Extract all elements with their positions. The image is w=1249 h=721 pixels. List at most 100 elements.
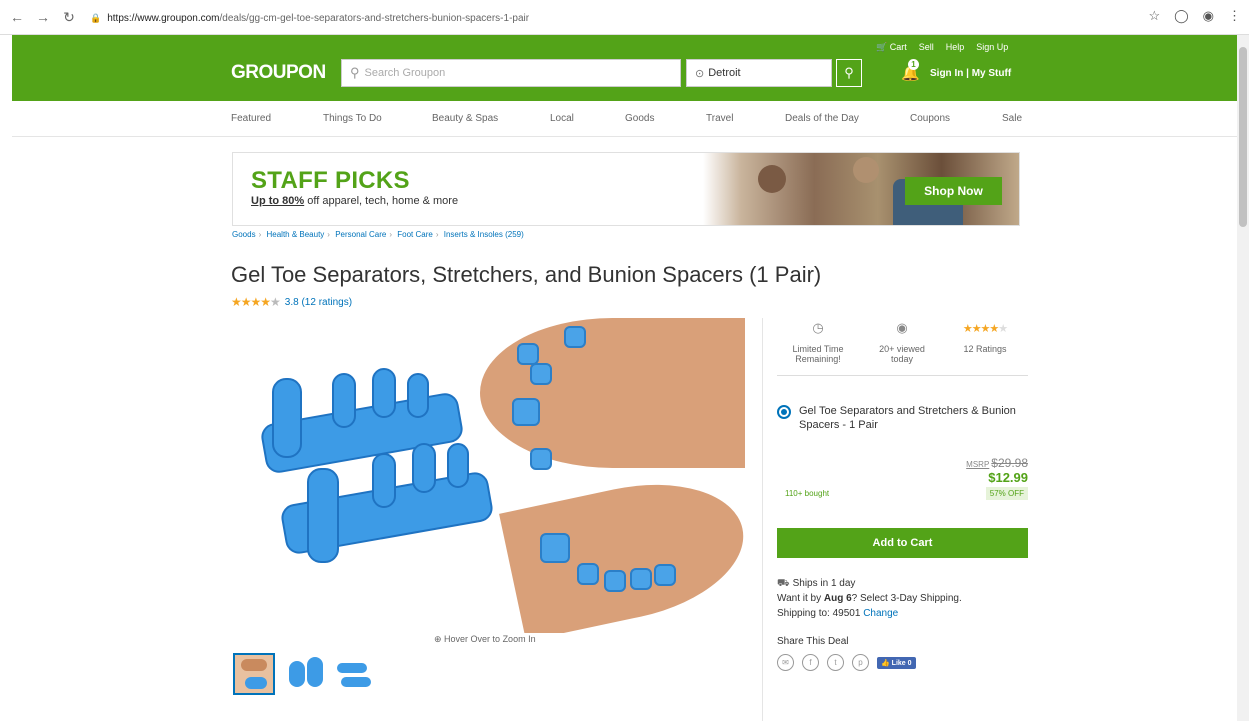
back-icon[interactable]: ← [8, 8, 26, 26]
location-value: Detroit [708, 67, 741, 79]
bookmark-star-icon[interactable]: ☆ [1148, 8, 1160, 24]
breadcrumb-goods[interactable]: Goods [232, 230, 256, 239]
want-suffix: ? Select 3-Day Shipping. [851, 593, 962, 604]
rating-summary[interactable]: ★★★★★ 3.8 (12 ratings) [231, 295, 352, 309]
add-to-cart-button[interactable]: Add to Cart [777, 528, 1028, 558]
menu-dots-icon[interactable]: ⋮ [1228, 8, 1241, 24]
msrp: MSRP $29.98 [966, 456, 1028, 470]
category-nav: Featured Things To Do Beauty & Spas Loca… [12, 101, 1237, 137]
help-link[interactable]: Help [946, 42, 965, 53]
zoom-hint-text: Hover Over to Zoom In [444, 634, 536, 644]
nav-deals-of-the-day[interactable]: Deals of the Day [785, 113, 859, 124]
staff-picks-banner[interactable]: STAFF PICKS Up to 80% off apparel, tech,… [232, 152, 1020, 226]
stat-ratings[interactable]: ★★★★ ★ 12 Ratings [945, 318, 1025, 355]
banner-discount: Up to 80% [251, 195, 305, 207]
cart-link[interactable]: 🛒 Cart [876, 42, 907, 53]
reload-icon[interactable]: ↻ [60, 8, 78, 26]
foot-bottom-illustration [499, 464, 745, 633]
want-date: Aug 6 [823, 593, 852, 604]
purchase-panel: ◷ Limited Time Remaining! ◉ 20+ viewed tod… [762, 318, 1032, 721]
msrp-value: $29.98 [991, 456, 1028, 470]
eye-icon: ◉ [896, 320, 908, 335]
profile-icon[interactable]: ◉ [1203, 8, 1214, 24]
ships-text: Ships in 1 day [792, 578, 856, 589]
sign-up-link[interactable]: Sign Up [976, 42, 1008, 53]
nav-local[interactable]: Local [550, 113, 574, 124]
nav-coupons[interactable]: Coupons [910, 113, 950, 124]
breadcrumb-personal-care[interactable]: Personal Care [335, 230, 386, 239]
deal-option[interactable]: Gel Toe Separators and Stretchers & Buni… [777, 404, 1027, 432]
search-input[interactable]: ⚲ Search Groupon [341, 59, 681, 87]
url-path: /deals/gg-cm-gel-toe-separators-and-stre… [219, 12, 530, 24]
lock-icon: 🔒 [90, 12, 102, 23]
stat-limited-time: ◷ Limited Time Remaining! [778, 318, 858, 364]
scrollbar-thumb[interactable] [1239, 47, 1247, 227]
browser-toolbar: ← → ↻ 🔒 https://www.groupon.com /deals/g… [0, 0, 1249, 35]
stat-line1: 20+ viewed [879, 344, 925, 354]
page-scrollbar[interactable] [1237, 35, 1249, 721]
share-icons: ✉ f t p 👍 Like 0 [777, 654, 916, 671]
twitter-share-icon[interactable]: t [827, 654, 844, 671]
facebook-like-button[interactable]: 👍 Like 0 [877, 656, 916, 669]
change-zip-link[interactable]: Change [863, 608, 898, 619]
stat-viewed: ◉ 20+ viewed today [862, 318, 942, 364]
option-text: Gel Toe Separators and Stretchers & Buni… [799, 405, 1016, 431]
my-stuff-link[interactable]: My Stuff [972, 68, 1011, 79]
notification-badge: 1 [908, 59, 919, 70]
search-icon: ⚲ [350, 65, 360, 80]
nav-featured[interactable]: Featured [231, 113, 271, 124]
pinterest-share-icon[interactable]: p [852, 654, 869, 671]
nav-beauty-spas[interactable]: Beauty & Spas [432, 113, 498, 124]
shipping-to: Shipping to: 49501 [777, 608, 864, 619]
share-title: Share This Deal [777, 636, 849, 647]
zoom-hint: ⊕ Hover Over to Zoom In [434, 634, 536, 644]
thumbnail-2[interactable] [287, 653, 329, 695]
search-placeholder: Search Groupon [364, 67, 446, 79]
shipping-info: ⛟ Ships in 1 day Want it by Aug 6? Select… [777, 576, 962, 621]
forward-icon[interactable]: → [34, 8, 52, 26]
product-image[interactable] [232, 318, 745, 633]
banner-title: STAFF PICKS [251, 167, 410, 194]
stat-line2: today [890, 354, 914, 364]
deal-price: $12.99 [988, 470, 1028, 485]
breadcrumb-inserts-insoles[interactable]: Inserts & Insoles (259) [444, 230, 524, 239]
account-separator: | [966, 68, 969, 79]
location-input[interactable]: ⊙ Detroit [686, 59, 832, 87]
bought-count: 110+ bought [785, 489, 830, 498]
sign-in-link[interactable]: Sign In [930, 68, 963, 79]
top-links: 🛒 Cart Sell Help Sign Up [876, 42, 1008, 53]
thumbnail-3[interactable] [335, 653, 377, 695]
nav-travel[interactable]: Travel [706, 113, 733, 124]
clock-icon: ◷ [812, 320, 824, 335]
msrp-label: MSRP [966, 460, 990, 469]
facebook-share-icon[interactable]: f [802, 654, 819, 671]
sell-link[interactable]: Sell [919, 42, 934, 53]
stars-icon: ★★★★ ★ [962, 322, 1008, 335]
want-prefix: Want it by [777, 593, 824, 604]
rating-text: 3.8 (12 ratings) [284, 296, 353, 308]
extension-icon[interactable]: ◯ [1174, 8, 1189, 24]
stat-line1: Limited Time [792, 344, 844, 354]
breadcrumb-foot-care[interactable]: Foot Care [397, 230, 433, 239]
truck-icon: ⛟ [777, 578, 790, 589]
groupon-logo[interactable]: GROUPON [231, 62, 326, 84]
banner-subtitle: Up to 80% off apparel, tech, home & more [251, 195, 458, 207]
nav-things-to-do[interactable]: Things To Do [323, 113, 382, 124]
banner-subtitle-rest: off apparel, tech, home & more [304, 195, 459, 207]
notification-bell-icon[interactable]: 🔔 1 [901, 59, 920, 82]
option-radio[interactable] [777, 405, 791, 419]
stat-line2: Remaining! [795, 354, 841, 364]
location-pin-icon: ⊙ [695, 67, 705, 80]
search-button[interactable]: ⚲ [836, 59, 862, 87]
nav-goods[interactable]: Goods [625, 113, 654, 124]
stat-line1: 12 Ratings [963, 344, 1007, 354]
rating-stars-icon: ★★★★★ [231, 295, 281, 309]
thumbnail-1[interactable] [233, 653, 275, 695]
account-links: Sign In | My Stuff [930, 68, 1011, 79]
url-host: https://www.groupon.com [107, 12, 220, 24]
breadcrumb-health-beauty[interactable]: Health & Beauty [266, 230, 324, 239]
email-share-icon[interactable]: ✉ [777, 654, 794, 671]
address-bar[interactable]: 🔒 https://www.groupon.com /deals/gg-cm-g… [90, 8, 1130, 28]
nav-sale[interactable]: Sale [1002, 113, 1022, 124]
shop-now-button[interactable]: Shop Now [905, 177, 1002, 205]
